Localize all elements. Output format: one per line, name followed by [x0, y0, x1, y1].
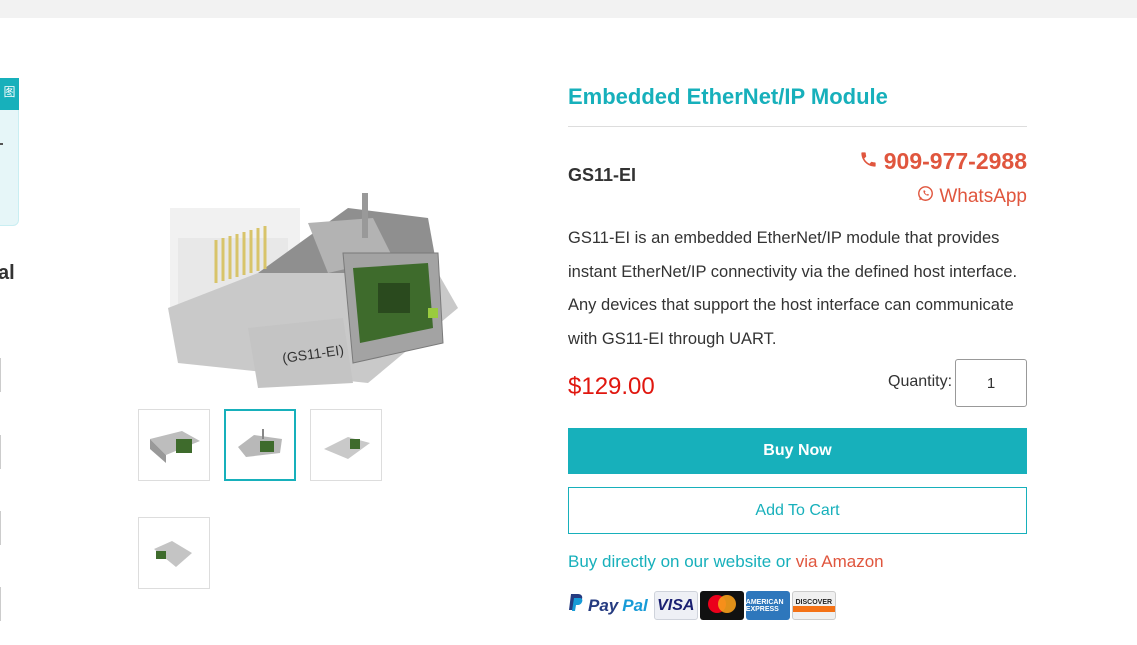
buy-direct-text: Buy directly on our website or via Amazo… — [568, 552, 884, 572]
product-thumbnail[interactable] — [310, 409, 382, 481]
phone-icon — [859, 148, 878, 175]
visa-card-icon: VISA — [653, 591, 698, 620]
sidebar-divider — [0, 587, 1, 621]
top-bar — [0, 0, 1137, 18]
add-to-cart-button[interactable]: Add To Cart — [568, 487, 1027, 534]
paypal-pay-text: Pay — [588, 595, 619, 615]
sidebar-divider — [0, 358, 1, 392]
amazon-link[interactable]: via Amazon — [796, 552, 884, 571]
amex-card-icon: AMERICAN EXPRESS — [745, 591, 790, 620]
whatsapp-label: WhatsApp — [939, 185, 1027, 207]
discover-label: DISCOVER — [795, 599, 833, 606]
paypal-icon — [568, 593, 584, 618]
mastercard-icon — [699, 591, 744, 620]
sidebar-heading-fragment: al — [0, 262, 15, 284]
buy-direct-label: Buy directly on our website or — [568, 552, 796, 571]
product-main-image[interactable]: (GS11-EI) — [138, 178, 478, 393]
sidebar-divider — [0, 435, 1, 469]
title-divider — [568, 126, 1027, 127]
quantity-label: Quantity: — [888, 373, 953, 390]
quantity-input[interactable] — [955, 359, 1027, 407]
product-thumbnail[interactable] — [224, 409, 296, 481]
phone-link[interactable]: 909-977-2988 — [859, 148, 1027, 175]
discover-card-icon: DISCOVER — [791, 591, 836, 620]
paypal-pal-text: Pal — [622, 595, 648, 615]
product-price: $129.00 — [568, 373, 655, 400]
product-sku: GS11-EI — [568, 165, 637, 185]
payment-methods: Pay Pal VISA AMERICAN EXPRESS DISCOVER — [568, 591, 836, 620]
phone-number: 909-977-2988 — [883, 148, 1027, 174]
product-thumbnail[interactable] — [138, 517, 210, 589]
sidebar-divider — [0, 511, 1, 545]
paypal-logo: Pay Pal — [568, 593, 648, 618]
buy-now-button[interactable]: Buy Now — [568, 428, 1027, 474]
sidebar-dash — [0, 143, 3, 145]
product-description: GS11-EI is an embedded EtherNet/IP modul… — [568, 229, 1018, 349]
product-thumbnail[interactable] — [138, 409, 210, 481]
whatsapp-link[interactable]: WhatsApp — [917, 185, 1027, 208]
sidebar-badge[interactable]: 图 — [0, 78, 19, 110]
whatsapp-icon — [917, 185, 934, 208]
product-title: Embedded EtherNet/IP Module — [568, 84, 888, 109]
